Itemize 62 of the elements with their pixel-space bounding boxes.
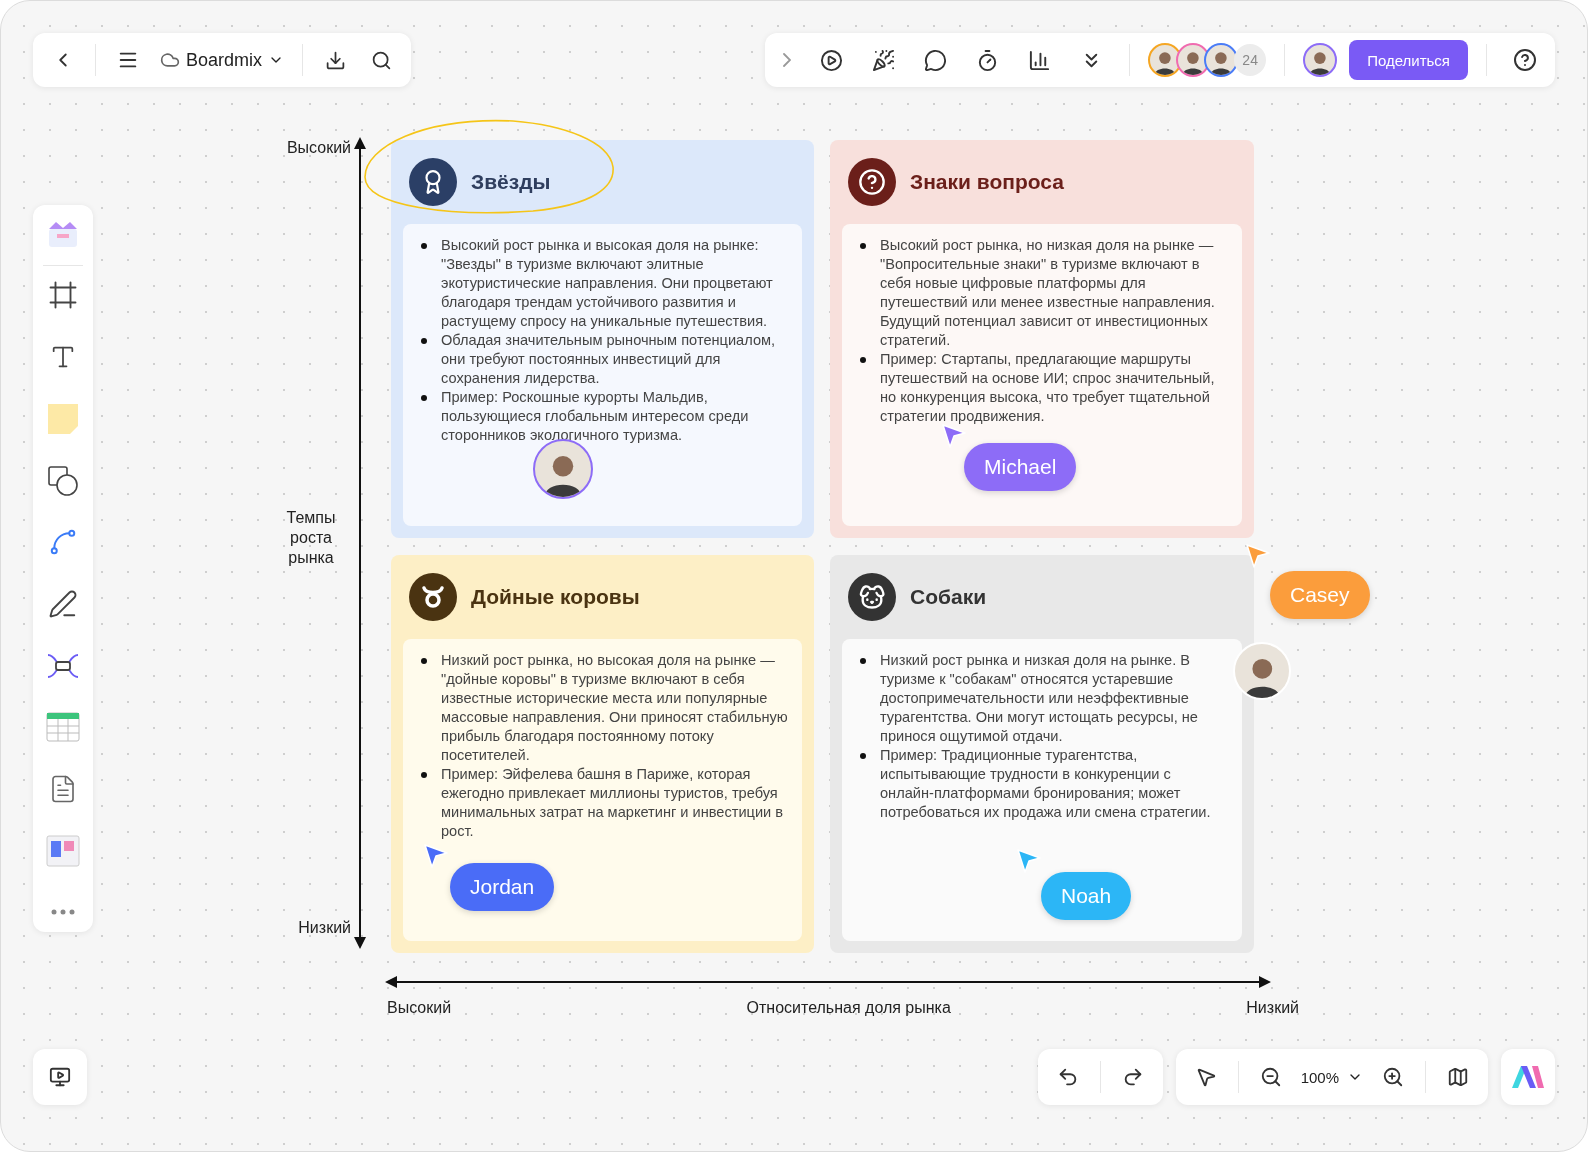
map-icon [1447,1066,1469,1088]
bullet-dot [421,772,427,778]
play-icon [819,48,843,72]
axis-title: Относительная доля рынка [746,999,951,1017]
avatar [1303,43,1338,77]
frame-icon [48,280,78,311]
bullet-dot [860,753,866,759]
zoom-level-dropdown[interactable]: 100% [1296,1057,1367,1097]
axis-label: Низкий [298,919,351,937]
shapes-icon [46,463,80,498]
bullet-text: Высокий рост рынка, но низкая доля на рынке — "Вопросительные знаки" в туризме включают в себя новые цифровые платформы для путешествий или менее известные направления. Будущий потенциал зависит от инвестиционных стратегий. [880,236,1216,350]
pen-icon [48,588,78,619]
table-icon [46,712,80,743]
dog-icon [858,583,886,611]
party-popper-icon [871,48,895,72]
pointer-icon [1245,543,1271,569]
chevron-right-icon [783,53,792,67]
bullet-dot [421,658,427,664]
sticky-note-icon [46,401,80,436]
cursor-name-tag: Jordan [450,863,555,911]
bullet-dot [860,357,866,363]
bullet-text: Пример: Традиционные турагентства, испытывающие трудности в конкуренции с онлайн-платформами бронирования; может потребоваться их продажа или смена стратегии. [880,746,1212,822]
bullet-dot [860,243,866,249]
app-logo[interactable] [1512,1066,1544,1088]
pointer-icon [423,843,449,869]
bullet-text: Пример: Роскошные курорты Мальдив, пользующиеся глобальным интересом среди сторонников экологичного туризма. [441,388,750,445]
bullet-text: Обладая значительным рыночным потенциалом, они требуют постоянных инвестиций для сохранения лидерства. [441,331,777,388]
bullet-dot [421,395,427,401]
share-button[interactable]: Поделиться [1349,40,1468,80]
quadrant-title: Знаки вопроса [910,170,1064,194]
zoom-out-icon [1259,1066,1282,1088]
help-icon [1513,48,1537,72]
axis-label: Высокий [387,999,452,1017]
more-icon [51,909,75,916]
bullet-text: Пример: Эйфелева башня в Париже, которая ежегодно привлекает миллионы туристов, требуя минимальных затрат на маркетинг и инвестиции в рост. [441,765,785,841]
bar-chart-icon [1027,48,1051,72]
search-icon [370,49,392,71]
pointer-icon [941,423,967,449]
axis-label: Низкий [1246,999,1299,1017]
layout-icon [46,834,80,867]
bullet-text: Низкий рост рынка и низкая доля на рынке. В туризме к "собакам" относятся устаревшие достопримечательности или неэффективные турагентства. Они могут истощать ресурсы, не принося ощутимой отдачи. [880,651,1199,746]
cloud-icon [160,50,180,70]
quadrant-title: Звёзды [471,170,551,194]
zoom-in-icon [1382,1066,1404,1088]
bullet-text: Пример: Стартапы, предлагающие маршруты путешествий на основе ИИ; спрос значительный, но конкуренция высока, что требует тщательной стратегии продвижения. [880,350,1216,426]
bullet-dot [421,243,427,249]
axis-title: Темпы роста рынка [285,508,337,568]
bullet-text: Низкий рост рынка, но высокая доля на рынке — "дойные коровы" в туризме включают в себя известные исторические места или популярные массовые направления. Они приносят стабильную прибыль благодаря постоянному потоку посетителей. [441,651,788,765]
quadrant-title: Собаки [910,585,987,609]
cursor-name-tag: Noah [1041,872,1132,920]
axis-label: Высокий [286,139,351,157]
bullet-dot [860,658,866,664]
question-icon [858,168,886,196]
chat-bubble-icon [923,48,947,72]
cursor-name-tag: Casey [1270,571,1370,619]
presentation-icon [49,1066,71,1088]
cursor-name-tag: Michael [964,443,1077,491]
bullet-dot [421,338,427,344]
taurus-icon [420,584,446,610]
bullet-text: Высокий рост рынка и высокая доля на рынке: "Звезды" в туризме включают элитные экотуристические направления. Они процветают благодаря трендам устойчивого развития и растущему спросу на уникальные путешествия. [441,236,774,331]
quadrant-title: Дойные коровы [471,585,640,609]
download-icon [324,49,346,71]
